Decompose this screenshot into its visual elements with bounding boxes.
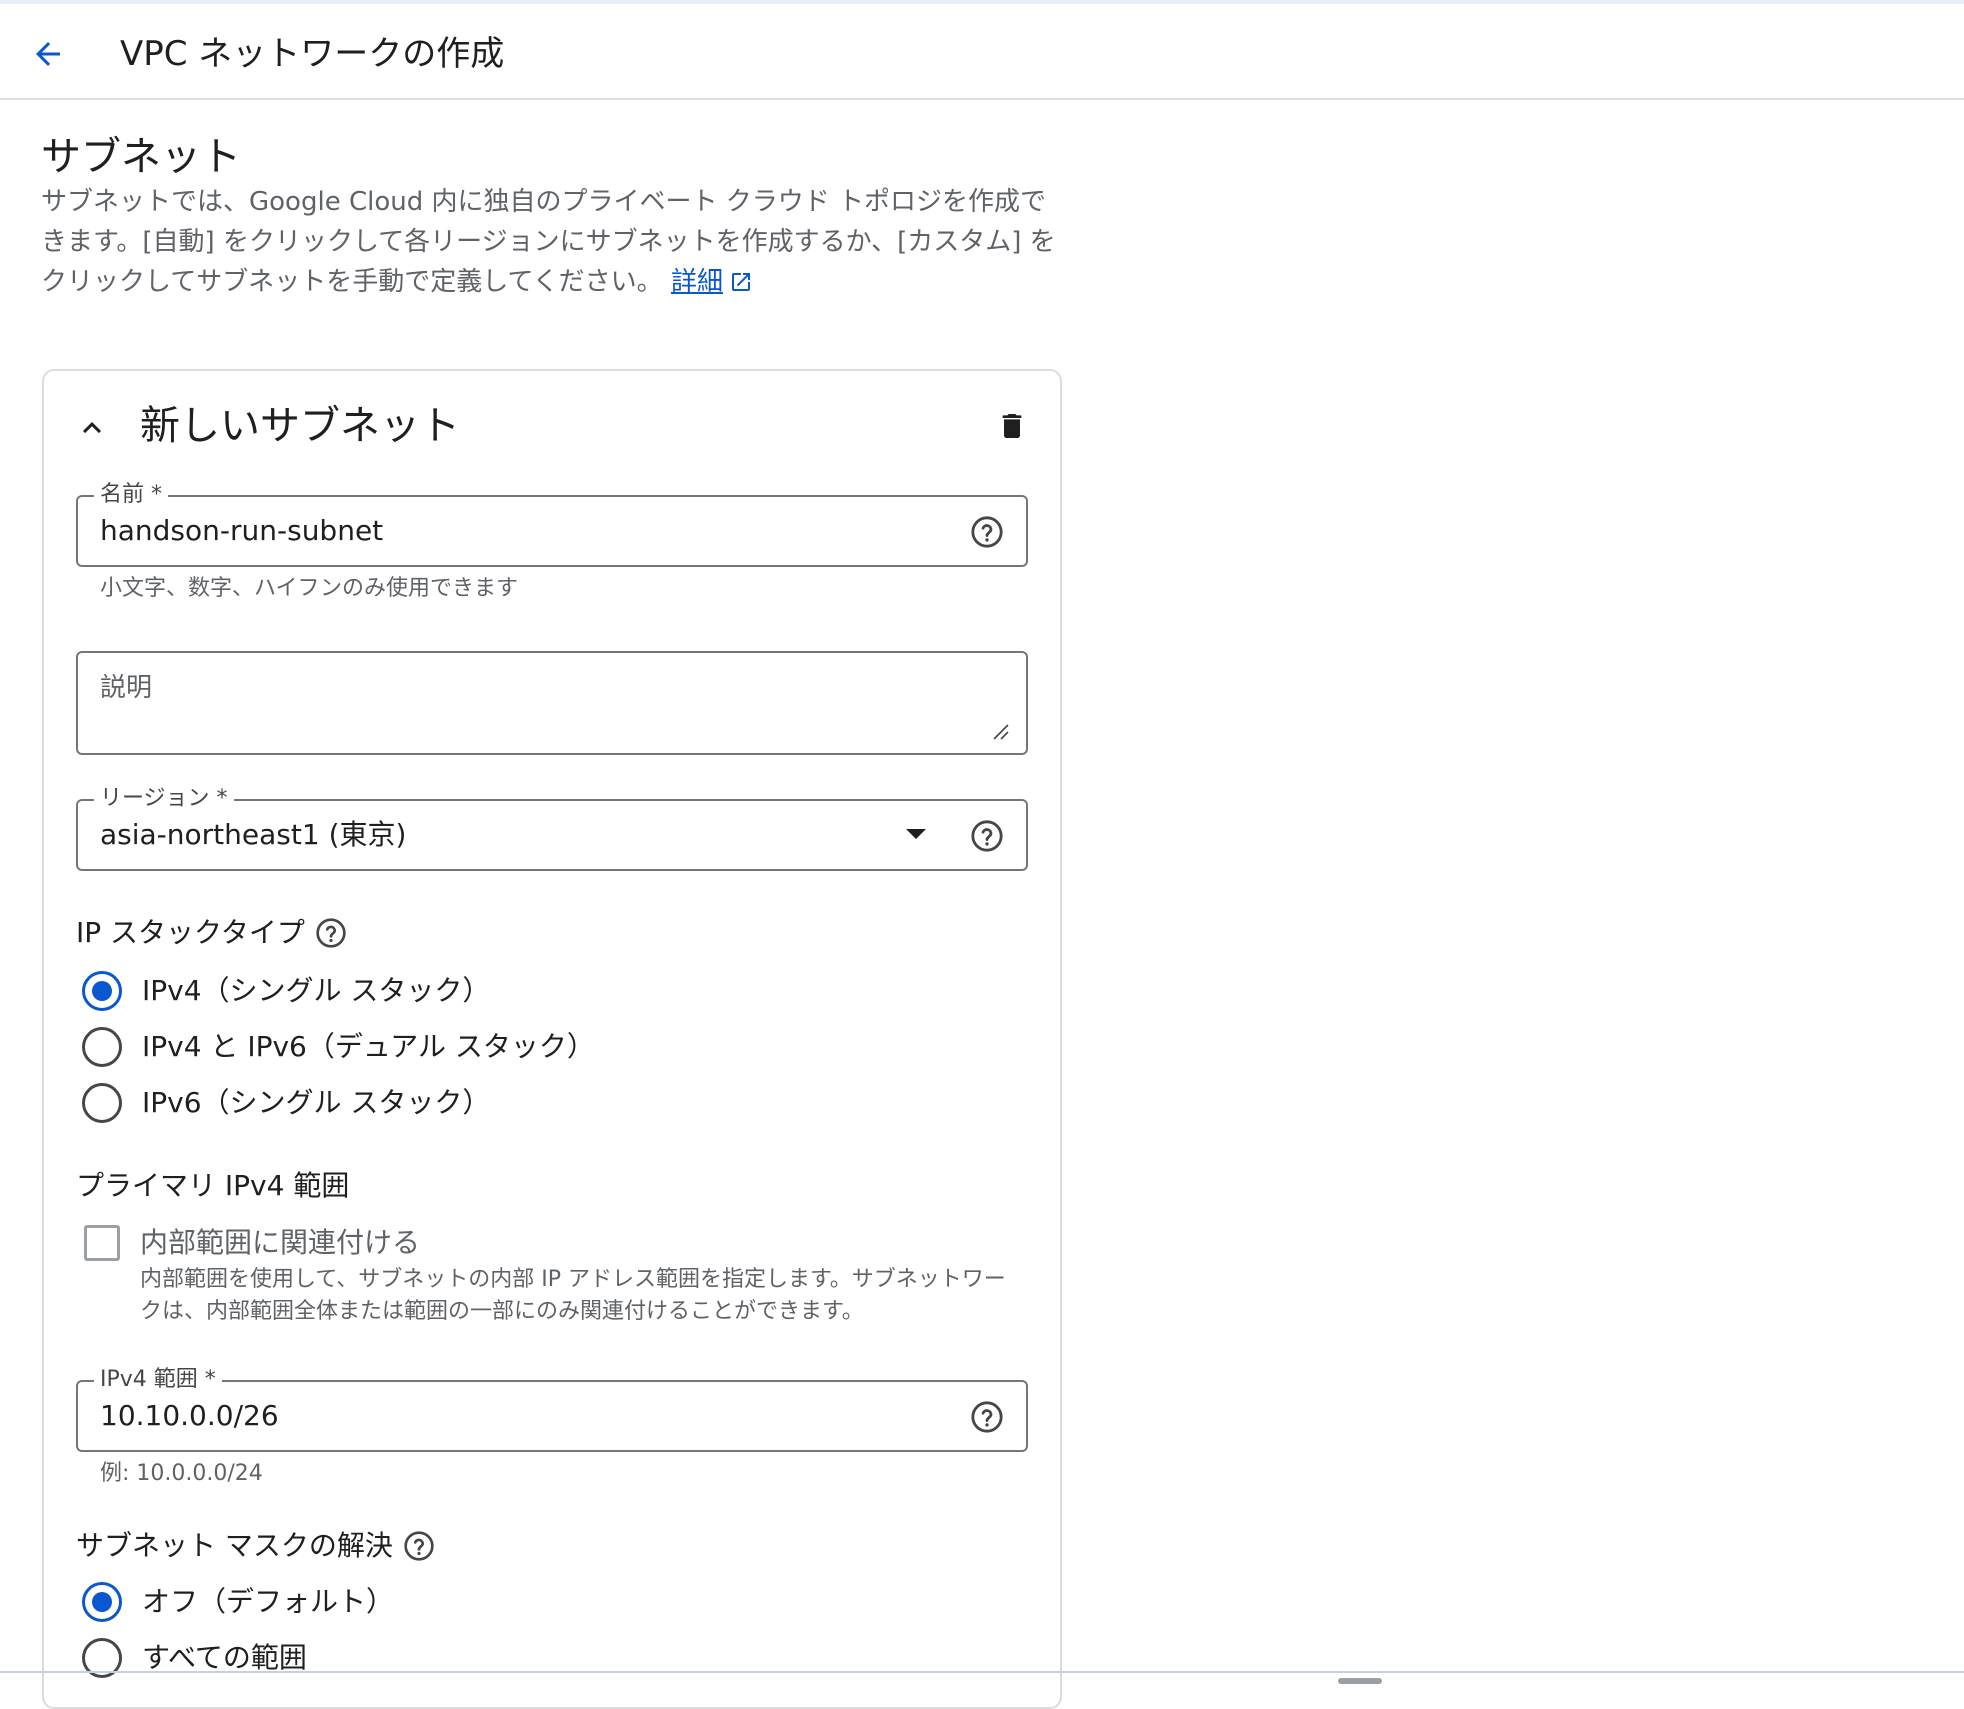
radio-mask-all-ranges[interactable]: すべての範囲 <box>82 1636 307 1680</box>
radio-dot <box>92 1592 112 1612</box>
resize-handle-icon[interactable] <box>992 723 1010 741</box>
radio-ipv6-single[interactable]: IPv6（シングル スタック） <box>82 1081 490 1125</box>
associate-internal-range-checkbox[interactable]: 内部範囲に関連付ける <box>84 1224 420 1262</box>
radio-button[interactable] <box>82 1083 122 1123</box>
radio-button[interactable] <box>82 971 122 1011</box>
primary-ipv4-range-text: プライマリ IPv4 範囲 <box>76 1169 350 1202</box>
learn-more-link[interactable]: 詳細 <box>671 267 723 297</box>
checkbox-label: 内部範囲に関連付ける <box>140 1226 421 1259</box>
ipv4-range-field[interactable]: IPv4 範囲 * 10.10.0.0/26 <box>76 1366 1028 1452</box>
drag-handle[interactable] <box>1338 1678 1382 1684</box>
ipv4-range-hint: 例: 10.0.0.0/24 <box>100 1461 263 1486</box>
subnet-mask-resolution-text: サブネット マスクの解決 <box>76 1529 393 1562</box>
help-circle-icon[interactable] <box>970 515 1004 549</box>
back-button[interactable] <box>24 30 72 78</box>
radio-label: IPv6（シングル スタック） <box>142 1086 491 1119</box>
ip-stack-type-text: IP スタックタイプ <box>76 916 305 949</box>
name-field-label: 名前 * <box>94 481 168 509</box>
radio-ipv4-single[interactable]: IPv4（シングル スタック） <box>82 969 490 1013</box>
radio-ipv4-ipv6-dual[interactable]: IPv4 と IPv6（デュアル スタック） <box>82 1025 595 1069</box>
description-textarea[interactable]: 説明 <box>76 651 1028 755</box>
ip-stack-type-label: IP スタックタイプ <box>76 914 347 952</box>
radio-dot <box>92 981 112 1001</box>
radio-button[interactable] <box>82 1582 122 1622</box>
bottom-divider <box>0 1671 1964 1673</box>
radio-label: オフ（デフォルト） <box>142 1585 395 1618</box>
section-title: サブネット <box>41 134 241 180</box>
radio-mask-off[interactable]: オフ（デフォルト） <box>82 1580 394 1624</box>
region-select[interactable]: リージョン * asia-northeast1 (東京) <box>76 785 1028 871</box>
help-circle-icon[interactable] <box>403 1530 435 1562</box>
external-link-icon[interactable] <box>729 270 753 294</box>
section-description: サブネットでは、Google Cloud 内に独自のプライベート クラウド トポ… <box>41 182 1071 302</box>
name-field[interactable]: 名前 * handson-run-subnet <box>76 481 1028 567</box>
chevron-up-icon <box>83 422 101 434</box>
name-field-value[interactable]: handson-run-subnet <box>100 512 383 550</box>
trash-icon <box>1002 414 1022 438</box>
radio-button[interactable] <box>82 1027 122 1067</box>
primary-ipv4-range-label: プライマリ IPv4 範囲 <box>76 1167 349 1205</box>
radio-label: IPv4 と IPv6（デュアル スタック） <box>142 1030 595 1063</box>
ipv4-range-label: IPv4 範囲 * <box>94 1366 222 1394</box>
help-circle-icon[interactable] <box>970 819 1004 853</box>
checkbox[interactable] <box>84 1225 120 1261</box>
help-circle-icon[interactable] <box>970 1400 1004 1434</box>
arrow-back-icon <box>36 42 60 66</box>
delete-subnet-button[interactable] <box>988 402 1036 450</box>
name-field-hint: 小文字、数字、ハイフンのみ使用できます <box>100 576 519 601</box>
caret-down-icon[interactable] <box>904 827 928 841</box>
page-header: VPC ネットワークの作成 <box>0 4 1964 100</box>
region-field-value[interactable]: asia-northeast1 (東京) <box>100 816 406 854</box>
description-placeholder: 説明 <box>100 673 153 703</box>
page-title: VPC ネットワークの作成 <box>120 34 505 74</box>
region-field-label: リージョン * <box>94 785 234 813</box>
collapse-button[interactable] <box>68 404 116 452</box>
subnet-title: 新しいサブネット <box>140 403 460 449</box>
section-description-text: サブネットでは、Google Cloud 内に独自のプライベート クラウド トポ… <box>41 187 1056 297</box>
subnet-mask-resolution-label: サブネット マスクの解決 <box>76 1527 435 1565</box>
ipv4-range-value[interactable]: 10.10.0.0/26 <box>100 1397 279 1435</box>
help-circle-icon[interactable] <box>315 917 347 949</box>
checkbox-description: 内部範囲を使用して、サブネットの内部 IP アドレス範囲を指定します。サブネット… <box>140 1267 1006 1324</box>
radio-label: IPv4（シングル スタック） <box>142 974 491 1007</box>
